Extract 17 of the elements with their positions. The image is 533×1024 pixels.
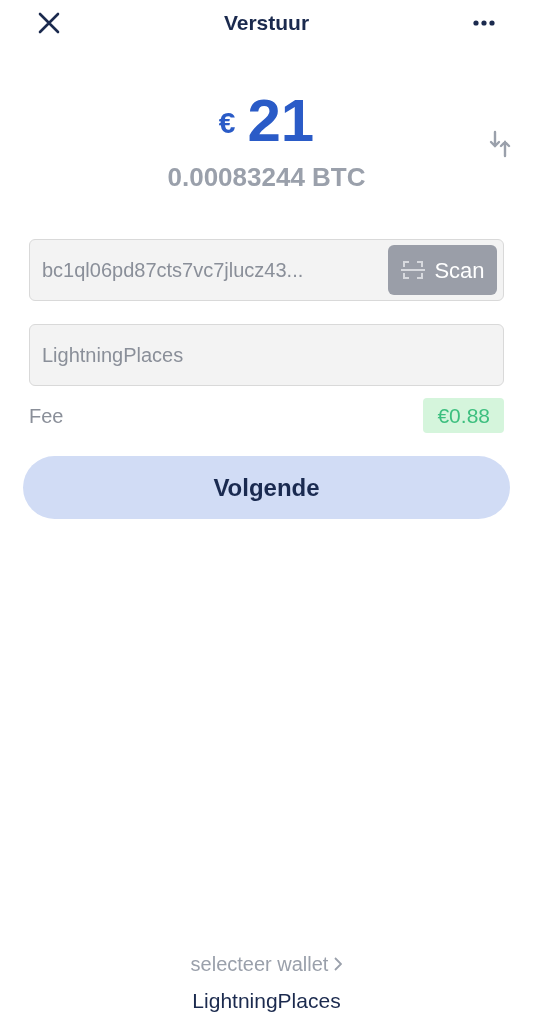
scan-icon bbox=[400, 259, 427, 281]
currency-symbol: € bbox=[218, 104, 236, 141]
address-field[interactable]: bc1ql06pd87cts7vc7jlucz43... Scan bbox=[29, 239, 504, 301]
fee-label: Fee bbox=[29, 403, 64, 429]
amount-value: 21 bbox=[247, 86, 315, 156]
btc-amount: 0.00083244 BTC bbox=[167, 161, 366, 194]
wallet-name: LightningPlaces bbox=[192, 987, 341, 1014]
close-icon[interactable] bbox=[38, 12, 60, 34]
note-field[interactable]: LightningPlaces bbox=[29, 324, 504, 386]
next-button[interactable]: Volgende bbox=[23, 456, 510, 519]
select-wallet-link[interactable]: selecteer wallet bbox=[190, 948, 329, 979]
scan-button[interactable]: Scan bbox=[388, 245, 497, 295]
fee-badge: €0.88 bbox=[423, 398, 504, 433]
chevron-right-icon[interactable] bbox=[334, 956, 343, 971]
swap-icon[interactable] bbox=[489, 130, 511, 158]
more-icon[interactable] bbox=[473, 20, 495, 26]
screen-title: Verstuur bbox=[223, 10, 310, 37]
